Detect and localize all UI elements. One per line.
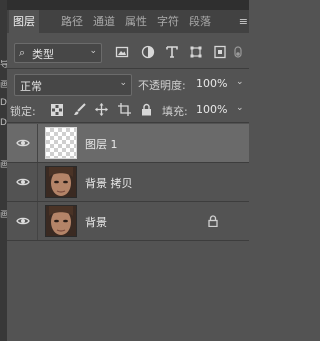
panel-menu-icon[interactable]: ≡ (239, 10, 248, 33)
divider (37, 163, 38, 201)
layer-filter-row: ⌕ 类型 ⌄ (7, 40, 249, 64)
lock-artboard-icon[interactable] (118, 103, 131, 116)
portrait-thumbnail-image (46, 167, 76, 197)
left-panel-strip: 导 画 D D 画 画 (0, 0, 7, 341)
opacity-chevron-icon[interactable]: ⌄ (236, 77, 244, 87)
lock-position-icon[interactable] (95, 103, 108, 116)
layer-name[interactable]: 背景 (85, 214, 107, 230)
shape-filter-icon[interactable] (189, 45, 203, 59)
layer-name[interactable]: 背景 拷贝 (85, 175, 133, 191)
fill-label: 填充: (162, 105, 188, 118)
lock-all-icon[interactable] (141, 103, 152, 116)
left-strip-glyph: 画 (0, 80, 7, 90)
chevron-down-icon: ⌄ (119, 78, 127, 88)
search-icon: ⌕ (19, 46, 26, 59)
tab-paragraph[interactable]: 段落 (189, 10, 211, 33)
left-strip-glyph: 导 (0, 60, 7, 70)
left-strip-glyph: D (0, 98, 7, 108)
blend-mode-dropdown[interactable]: 正常 ⌄ (14, 74, 132, 96)
eye-visibility-icon[interactable] (16, 215, 30, 227)
tab-character[interactable]: 字符 (157, 10, 179, 33)
filter-kind-dropdown[interactable]: ⌕ 类型 ⌄ (14, 43, 102, 63)
chevron-down-icon: ⌄ (89, 46, 97, 56)
type-filter-icon[interactable] (165, 45, 179, 59)
divider (7, 240, 249, 241)
layer-thumbnail (45, 127, 77, 159)
panel-tab-bar: 图层 路径 通道 属性 字符 段落 ≡ (7, 10, 249, 33)
fill-chevron-icon[interactable]: ⌄ (236, 103, 244, 113)
layer-thumbnail (45, 166, 77, 198)
lock-transparent-pixels-icon[interactable] (51, 104, 63, 116)
tab-paths[interactable]: 路径 (61, 10, 83, 33)
opacity-value[interactable]: 100% (196, 77, 227, 90)
filter-toggle-icon[interactable] (234, 45, 242, 59)
image-filter-icon[interactable] (115, 45, 129, 59)
portrait-thumbnail-image (46, 206, 76, 236)
layer-row[interactable]: 图层 1 (7, 124, 249, 162)
layer-name[interactable]: 图层 1 (85, 136, 118, 152)
tab-channels[interactable]: 通道 (93, 10, 115, 33)
lock-row: 锁定: 填充: 100% ⌄ (7, 100, 249, 122)
divider (7, 122, 249, 123)
layer-row[interactable]: 背景 拷贝 (7, 163, 249, 201)
fill-value[interactable]: 100% (196, 103, 227, 116)
lock-image-pixels-icon[interactable] (73, 103, 86, 116)
tab-properties[interactable]: 属性 (125, 10, 147, 33)
tab-layers[interactable]: 图层 (9, 10, 39, 33)
left-strip-glyph: 画 (0, 160, 7, 170)
filter-kind-label: 类型 (32, 48, 54, 61)
divider (37, 124, 38, 162)
divider (37, 202, 38, 240)
left-strip-glyph: D (0, 118, 7, 128)
adjustment-filter-icon[interactable] (141, 45, 155, 59)
eye-visibility-icon[interactable] (16, 176, 30, 188)
eye-visibility-icon[interactable] (16, 137, 30, 149)
divider (7, 68, 249, 69)
blend-row: 正常 ⌄ 不透明度: 100% ⌄ (7, 72, 249, 96)
blend-mode-value: 正常 (20, 80, 42, 93)
layer-row[interactable]: 背景 (7, 202, 249, 240)
panel-top-bar (7, 0, 249, 10)
lock-icon[interactable] (208, 215, 218, 227)
lock-label: 锁定: (10, 105, 36, 118)
opacity-label: 不透明度: (138, 79, 186, 92)
smart-object-filter-icon[interactable] (213, 45, 227, 59)
left-strip-glyph: 画 (0, 210, 7, 220)
layer-thumbnail (45, 205, 77, 237)
